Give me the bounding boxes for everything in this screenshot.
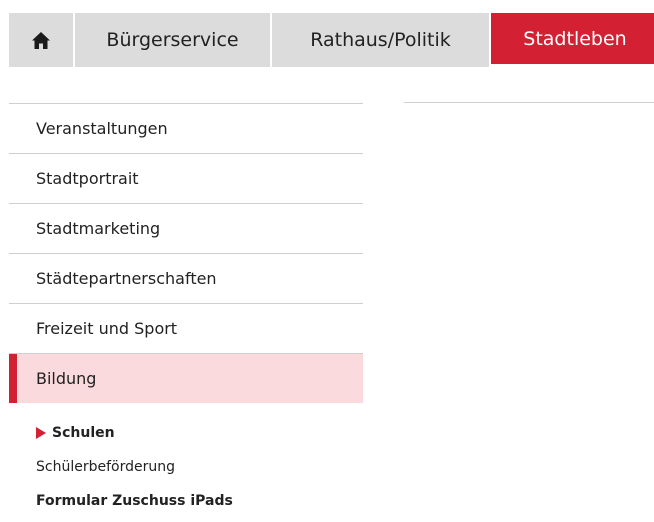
sidebar-item-staedtepartnerschaften[interactable]: Städtepartnerschaften — [9, 254, 363, 304]
submenu-bildung: Schulen Schülerbeförderung Formular Zusc… — [9, 416, 363, 518]
submenu-item-label: Schülerbeförderung — [36, 459, 175, 475]
home-icon — [32, 31, 50, 49]
submenu-item-formular-zuschuss-ipads[interactable]: Formular Zuschuss iPads — [9, 484, 363, 518]
tab-label: Rathaus/Politik — [310, 29, 451, 51]
sidebar-item-label: Freizeit und Sport — [36, 319, 178, 338]
tab-label: Bürgerservice — [106, 29, 239, 51]
sidebar-item-label: Stadtmarketing — [36, 219, 161, 238]
sidebar-item-veranstaltungen[interactable]: Veranstaltungen — [9, 104, 363, 154]
home-button[interactable] — [9, 13, 73, 67]
submenu-item-label: Formular Zuschuss iPads — [36, 493, 233, 509]
sidebar-item-label: Städtepartnerschaften — [36, 269, 217, 288]
sidebar-item-label: Stadtportrait — [36, 169, 139, 188]
sidebar-item-label: Veranstaltungen — [36, 119, 168, 138]
sidebar-item-label: Bildung — [36, 369, 97, 388]
main-navigation: Bürgerservice Rathaus/Politik Stadtleben — [9, 13, 654, 67]
content-divider — [404, 102, 654, 103]
submenu-item-label: Schulen — [52, 425, 115, 441]
tab-rathaus-politik[interactable]: Rathaus/Politik — [272, 13, 489, 67]
sidebar-item-stadtmarketing[interactable]: Stadtmarketing — [9, 204, 363, 254]
submenu-item-schuelerbefoerderung[interactable]: Schülerbeförderung — [9, 450, 363, 484]
sidebar-menu: Veranstaltungen Stadtportrait Stadtmarke… — [9, 103, 363, 518]
current-page-arrow-icon — [36, 427, 46, 439]
tab-buergerservice[interactable]: Bürgerservice — [75, 13, 270, 67]
tab-stadtleben[interactable]: Stadtleben — [491, 13, 654, 67]
sidebar-item-bildung[interactable]: Bildung — [9, 354, 363, 403]
sidebar-item-stadtportrait[interactable]: Stadtportrait — [9, 154, 363, 204]
tab-label: Stadtleben — [523, 27, 627, 50]
submenu-item-schulen[interactable]: Schulen — [9, 416, 363, 450]
sidebar-item-freizeit-und-sport[interactable]: Freizeit und Sport — [9, 304, 363, 354]
